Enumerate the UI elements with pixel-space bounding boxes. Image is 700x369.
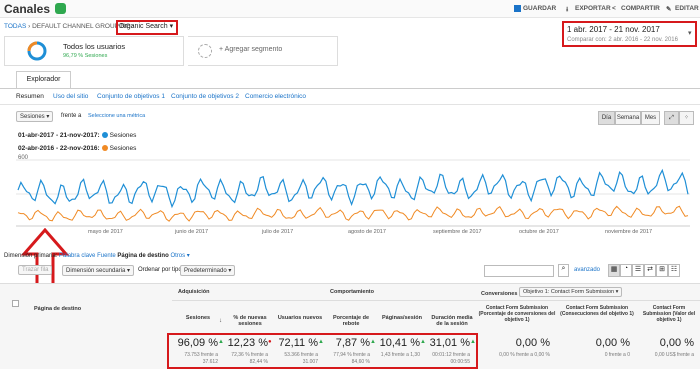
advanced-link[interactable]: avanzado — [574, 267, 600, 273]
select-metric-link[interactable]: Seleccione una métrica — [88, 113, 145, 119]
performance-view-icon[interactable]: ☰ — [632, 264, 644, 277]
sort-select[interactable]: Predeterminado ▾ — [180, 265, 236, 276]
share-icon: < — [612, 5, 616, 12]
conversions-label: Conversiones — [481, 291, 518, 297]
table-search-input[interactable] — [484, 265, 554, 277]
series1-dot — [101, 132, 108, 139]
column-header[interactable]: Contact Form Submission (Valor del objet… — [638, 305, 700, 323]
x-tick-label: septiembre de 2017 — [433, 229, 482, 235]
tab-divider — [0, 88, 700, 89]
vs-label: frente a — [61, 113, 82, 119]
goal-select[interactable]: Objetivo 1: Contact Form Submission ▾ — [519, 287, 623, 297]
select-all-checkbox[interactable] — [12, 300, 19, 307]
page-title: Canales — [4, 2, 51, 16]
column-header[interactable]: Sesiones — [172, 315, 224, 321]
subnav-goalset1[interactable]: Conjunto de objetivos 1 — [97, 93, 165, 100]
column-header[interactable]: Duración media de la sesión — [428, 315, 476, 327]
total-comparison: 0 frente a 0 — [604, 352, 630, 358]
primary-dimension-row: Dimensión primaria: Palabra clave Fuente… — [4, 253, 190, 259]
column-header[interactable]: Contact Form Submission (Porcentaje de c… — [478, 305, 556, 323]
x-tick-label: junio de 2017 — [174, 229, 208, 235]
pie-view-icon[interactable]: ◔ — [620, 264, 632, 277]
scatter-icon[interactable]: ⁘ — [679, 111, 694, 125]
month-button[interactable]: Mes — [641, 111, 660, 125]
pivot-view-icon[interactable]: ⊞ — [656, 264, 668, 277]
add-segment-label: + Agregar segmento — [219, 46, 283, 53]
pencil-icon: ✎ — [666, 6, 672, 13]
segment-title: Todos los usuarios — [63, 42, 126, 51]
search-icon[interactable]: ⌕ — [558, 264, 569, 277]
dim-keyword[interactable]: Palabra clave — [59, 253, 95, 259]
total-value: 0,00 % — [595, 337, 630, 349]
divider — [0, 104, 700, 105]
total-comparison: 0,00 % frente a 0,00 % — [499, 352, 550, 358]
dimension-dropdown[interactable]: Organic Search ▾ — [119, 22, 173, 30]
table-view-icon[interactable]: ▦ — [608, 264, 620, 277]
acquisition-header: Adquisición — [178, 289, 210, 295]
column-header[interactable]: Páginas/sesión — [378, 315, 426, 321]
date-range-primary: 1 abr. 2017 - 21 nov. 2017 — [567, 25, 660, 34]
column-header[interactable]: Usuarios nuevos — [276, 315, 324, 321]
dim-source[interactable]: Fuente — [97, 253, 116, 259]
chevron-down-icon[interactable]: ▾ — [688, 29, 692, 37]
tab-explorer[interactable]: Explorador — [16, 71, 71, 88]
behavior-header: Comportamiento — [330, 289, 374, 295]
y-tick-label: 600 — [18, 155, 29, 161]
total-value: 0,00 % — [659, 337, 694, 349]
column-header[interactable]: Porcentaje de rebote — [326, 315, 376, 327]
landing-page-header[interactable]: Página de destino — [34, 306, 81, 312]
share-button[interactable]: < COMPARTIR — [612, 5, 660, 12]
day-button[interactable]: Día — [598, 111, 615, 125]
comparison-view-icon[interactable]: ⇄ — [644, 264, 656, 277]
header-divider — [172, 300, 700, 301]
sort-desc-icon[interactable]: ↓ — [219, 318, 222, 324]
x-tick-label: noviembre de 2017 — [605, 229, 652, 235]
series-line-2016 — [17, 205, 689, 222]
save-button[interactable]: GUARDAR — [514, 5, 556, 12]
subnav-goalset2[interactable]: Conjunto de objetivos 2 — [171, 93, 239, 100]
breadcrumb-all[interactable]: TODAS — [4, 23, 26, 30]
column-header[interactable]: % de nuevas sesiones — [226, 315, 274, 327]
total-value: 0,00 % — [515, 337, 550, 349]
column-header[interactable]: Contact Form Submission (Consecuciones d… — [558, 305, 636, 317]
dim-other[interactable]: Otros ▾ — [170, 253, 189, 259]
series-line-2017 — [17, 168, 689, 209]
add-segment-icon — [198, 44, 212, 58]
x-tick-label: julio de 2017 — [261, 229, 293, 235]
view-switcher: ▦ ◔ ☰ ⇄ ⊞ ☷ — [608, 264, 680, 277]
totals-highlight — [167, 333, 478, 369]
legend-range1: 01-abr-2017 - 21-nov-2017: Sesiones — [18, 132, 137, 139]
edit-button[interactable]: ✎ EDITAR — [666, 5, 699, 13]
verified-shield-icon — [55, 3, 66, 14]
total-comparison: 0,00 US$ frente a — [654, 352, 694, 358]
sessions-line-chart: 600 mayo de 2017 junio de 2017 julio de 20… — [16, 155, 690, 235]
dim-landing[interactable]: Página de destino — [117, 253, 168, 259]
save-icon — [514, 5, 521, 12]
date-range-compare: Comparar con: 2 abr. 2016 - 22 nov. 2016 — [567, 37, 678, 43]
export-button[interactable]: ⭳ EXPORTAR — [566, 5, 611, 13]
subnav-site-usage[interactable]: Uso del sitio — [53, 93, 88, 100]
secondary-dimension-select[interactable]: Dimensión secundaria ▾ — [62, 265, 135, 276]
x-tick-label: agosto de 2017 — [348, 229, 386, 235]
x-tick-label: octubre de 2017 — [519, 229, 559, 235]
sort-label: Ordenar por tipo: — [138, 267, 184, 273]
metric-select[interactable]: Sesiones ▾ — [16, 111, 54, 122]
plot-rows-button[interactable]: Trazar fila — [18, 265, 53, 275]
download-icon: ⭳ — [566, 6, 569, 13]
x-tick-label: mayo de 2017 — [88, 229, 123, 235]
breadcrumb: TODAS › DEFAULT CHANNEL GROUPING › — [4, 23, 135, 30]
line-chart-icon[interactable]: ⤢ — [664, 111, 679, 125]
segment-donut-icon — [27, 41, 47, 61]
subnav-ecommerce[interactable]: Comercio electrónico — [245, 93, 306, 100]
legend-range2: 02-abr-2016 - 22-nov-2016: Sesiones — [18, 145, 137, 152]
series2-dot — [101, 145, 108, 152]
segment-subtitle: 96,79 % Sesiones — [63, 53, 108, 59]
subnav-summary[interactable]: Resumen — [16, 93, 44, 100]
term-cloud-icon[interactable]: ☷ — [668, 264, 680, 277]
week-button[interactable]: Semana — [615, 111, 641, 125]
